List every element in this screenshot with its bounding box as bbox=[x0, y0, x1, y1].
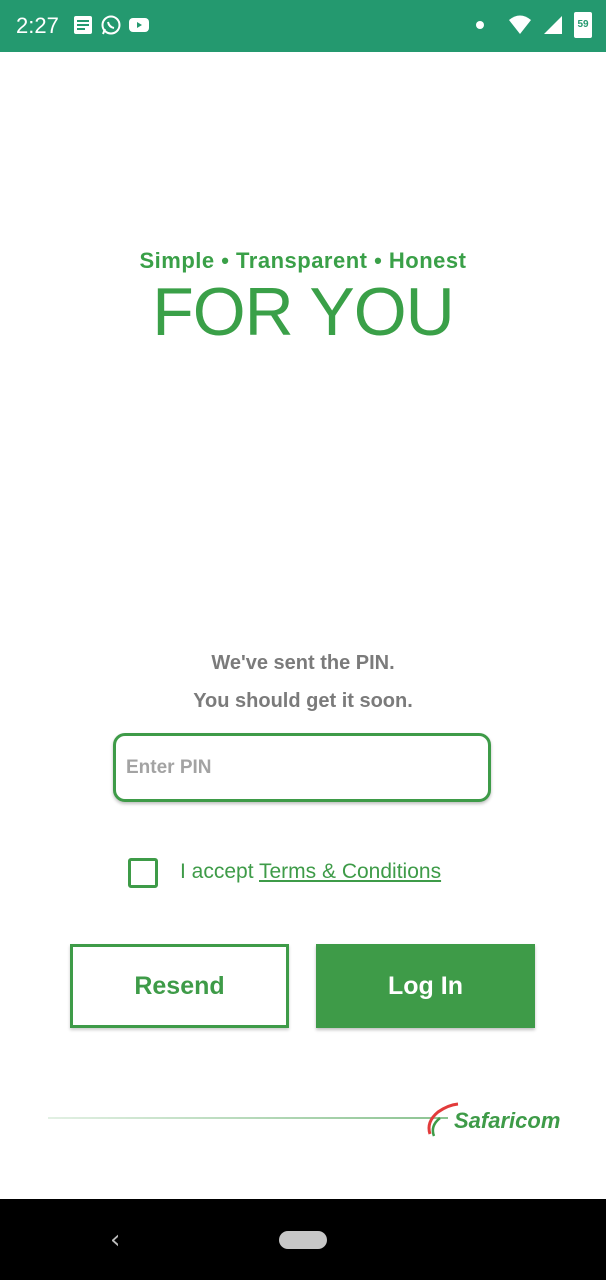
battery-icon: 59 bbox=[574, 12, 592, 38]
status-time: 2:27 bbox=[16, 13, 59, 38]
wifi-icon bbox=[509, 15, 531, 34]
pin-sent-message: We've sent the PIN. bbox=[211, 652, 395, 674]
system-icons: 59 bbox=[476, 12, 592, 38]
for-you-headline: FOR YOU bbox=[152, 274, 455, 350]
notes-icon bbox=[74, 16, 92, 34]
safaricom-wordmark: Safaricom bbox=[454, 1108, 561, 1133]
tagline: Simple • Transparent • Honest bbox=[139, 248, 467, 273]
safaricom-logo: Safaricom bbox=[424, 1100, 569, 1140]
youtube-icon bbox=[129, 18, 149, 32]
back-icon[interactable]: ‹ bbox=[110, 1225, 120, 1255]
pin-soon-message: You should get it soon. bbox=[193, 690, 413, 712]
login-button[interactable]: Log In bbox=[316, 944, 535, 1028]
home-pill-icon[interactable] bbox=[279, 1231, 327, 1249]
terms-checkbox[interactable] bbox=[128, 858, 158, 888]
terms-link[interactable]: Terms & Conditions bbox=[259, 860, 441, 883]
resend-button[interactable]: Resend bbox=[70, 944, 289, 1028]
pin-input[interactable] bbox=[113, 733, 491, 802]
whatsapp-icon bbox=[101, 15, 121, 35]
status-bar: 2:27 59 bbox=[0, 0, 606, 52]
footer-divider bbox=[48, 1117, 448, 1119]
terms-prefix: I accept bbox=[180, 860, 259, 883]
notification-icons bbox=[72, 14, 150, 36]
dot-icon bbox=[476, 21, 484, 29]
navigation-bar: ‹ bbox=[0, 1199, 606, 1280]
terms-text: I accept Terms & Conditions bbox=[180, 860, 441, 884]
signal-icon bbox=[544, 16, 562, 34]
